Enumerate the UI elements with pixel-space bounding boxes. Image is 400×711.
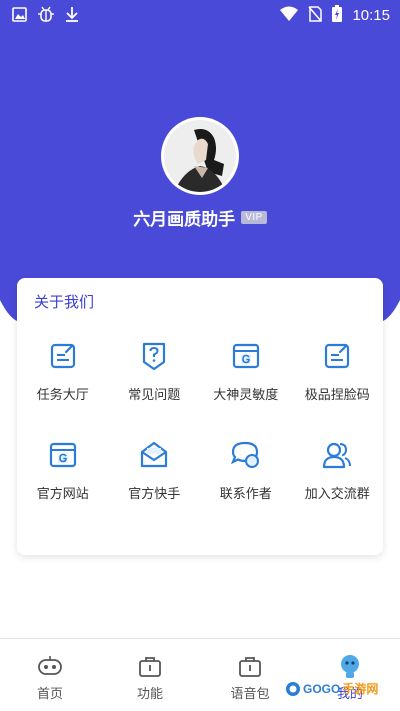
nav-features[interactable]: 功能: [100, 653, 200, 702]
contact-author-button[interactable]: 联系作者: [200, 439, 292, 502]
about-item-label: 常见问题: [128, 388, 181, 403]
edit-note-icon: [325, 343, 350, 369]
battery-charging-icon: [332, 5, 343, 26]
nav-label: 功能: [136, 687, 163, 702]
download-icon: [65, 6, 79, 26]
nav-label: 语音包: [230, 687, 270, 702]
join-group-button[interactable]: 加入交流群: [292, 439, 384, 502]
official-site-button[interactable]: 官方网站: [17, 439, 109, 502]
avatar-image: [164, 120, 236, 192]
watermark-text: GOGO: [303, 681, 341, 696]
face-code-button[interactable]: 极品捏脸码: [292, 340, 384, 403]
chat-bubbles-icon: [230, 441, 259, 468]
mail-box-icon: [141, 441, 168, 468]
nav-home[interactable]: 首页: [0, 653, 100, 702]
question-shield-icon: [143, 342, 166, 371]
status-bar: 10:15: [0, 0, 400, 28]
group-icon: [323, 442, 352, 469]
about-item-label: 极品捏脸码: [304, 388, 370, 403]
avatar[interactable]: [161, 117, 239, 195]
username: 六月画质助手: [133, 210, 236, 230]
about-card: 关于我们 任务大厅 常见问题 大神灵敏度 极品捏脸码 官方网站 官方快手 联系作…: [17, 278, 383, 555]
image-icon: [12, 6, 27, 26]
sensitivity-button[interactable]: 大神灵敏度: [200, 340, 292, 403]
about-item-label: 大神灵敏度: [213, 388, 279, 403]
browser-g-icon: [232, 343, 259, 369]
task-hall-button[interactable]: 任务大厅: [17, 340, 109, 403]
faq-button[interactable]: 常见问题: [109, 340, 201, 403]
nav-label: 首页: [36, 687, 63, 702]
about-item-label: 官方网站: [36, 487, 89, 502]
about-item-label: 加入交流群: [304, 487, 370, 502]
about-grid: 任务大厅 常见问题 大神灵敏度 极品捏脸码 官方网站 官方快手 联系作者 加入交…: [17, 340, 383, 502]
about-title: 关于我们: [34, 293, 95, 311]
vip-badge: VIP: [241, 211, 267, 224]
about-item-label: 任务大厅: [36, 388, 89, 403]
gogo-logo-icon: [286, 681, 300, 696]
bug-icon: [37, 5, 55, 27]
watermark: GOGO 手游网: [285, 680, 378, 697]
toolbox-icon: [139, 657, 161, 677]
about-item-label: 官方快手: [128, 487, 181, 502]
wifi-icon: [280, 6, 299, 25]
robot-icon: [341, 655, 359, 678]
bottom-nav: 首页 功能 语音包 我的: [0, 638, 400, 711]
kuaishou-button[interactable]: 官方快手: [109, 439, 201, 502]
toolbox-icon: [239, 657, 261, 677]
clock: 10:15: [352, 7, 390, 24]
gamepad-icon: [38, 656, 62, 675]
no-sim-icon: [308, 5, 323, 26]
watermark-sub: 手游网: [342, 682, 379, 696]
browser-g-icon: [49, 442, 76, 468]
about-item-label: 联系作者: [219, 487, 272, 502]
edit-note-icon: [50, 343, 75, 369]
